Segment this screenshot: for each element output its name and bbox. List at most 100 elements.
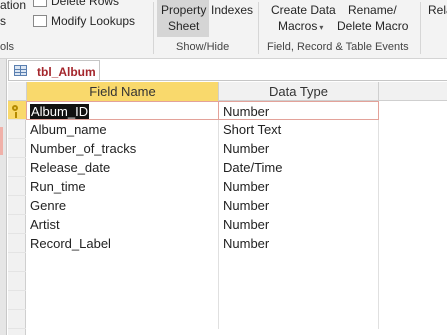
ribbon-group-label-show-hide: Show/Hide [176, 41, 230, 53]
table-row[interactable]: Run_time Number [8, 177, 447, 196]
row-selector[interactable] [8, 291, 26, 310]
table-design-grid: Field Name Data Type Album_ID Number Alb… [8, 82, 447, 335]
description-cell[interactable] [379, 215, 447, 234]
description-cell[interactable] [379, 272, 447, 291]
ribbon-group-label-events: Field, Record & Table Events [267, 41, 409, 53]
data-type-cell[interactable]: Number [219, 177, 379, 196]
rename-delete-label-1: Rename/ [348, 3, 397, 17]
row-selector[interactable] [8, 234, 26, 253]
navigation-pane-edge[interactable] [0, 59, 7, 335]
description-cell[interactable] [379, 291, 447, 310]
row-selector[interactable] [8, 272, 26, 291]
row-selector[interactable] [8, 139, 26, 158]
modify-lookups-label: Modify Lookups [51, 14, 136, 28]
ribbon-partial-button-label[interactable]: ation [0, 0, 26, 12]
document-tab-title: tbl_Album [37, 65, 96, 79]
rename-delete-label-2: Delete Macro [337, 19, 409, 33]
table-row[interactable]: Genre Number [8, 196, 447, 215]
description-cell[interactable] [379, 196, 447, 215]
property-sheet-button[interactable]: Property Sheet [157, 0, 209, 37]
data-type-cell[interactable] [219, 310, 379, 329]
field-name-cell[interactable] [26, 272, 219, 291]
description-cell[interactable] [379, 101, 447, 120]
table-row[interactable]: Album_ID Number [8, 101, 447, 120]
description-cell[interactable] [379, 234, 447, 253]
field-name-cell[interactable]: Album_ID [26, 101, 219, 120]
chevron-down-icon: ▾ [319, 23, 324, 32]
row-selector[interactable] [8, 158, 26, 177]
table-row[interactable]: Number_of_tracks Number [8, 139, 447, 158]
table-row[interactable]: Record_Label Number [8, 234, 447, 253]
description-cell[interactable] [379, 253, 447, 272]
property-sheet-label-1: Property [161, 3, 207, 17]
field-name-cell[interactable]: Record_Label [26, 234, 219, 253]
data-type-cell[interactable]: Date/Time [219, 158, 379, 177]
field-name-cell[interactable] [26, 310, 219, 329]
rename-delete-macro-button[interactable]: Rename/ Delete Macro [335, 0, 413, 36]
data-type-cell[interactable]: Short Text [219, 120, 379, 139]
data-type-cell[interactable]: Number [219, 139, 379, 158]
nav-pane-marker [0, 127, 3, 155]
ribbon-group-label-tools: ols [0, 41, 15, 53]
data-type-cell[interactable] [219, 272, 379, 291]
create-data-macros-label-1: Create Data [271, 3, 336, 17]
field-name-cell[interactable]: Artist [26, 215, 219, 234]
delete-rows-button[interactable]: Delete Rows [30, 0, 150, 9]
indexes-button[interactable]: Indexes [211, 3, 253, 17]
field-name-cell[interactable]: Release_date [26, 158, 219, 177]
row-selector[interactable] [8, 310, 26, 329]
document-tab-tbl-album[interactable]: tbl_Album [8, 60, 100, 81]
table-row-empty[interactable] [8, 291, 447, 310]
field-name-cell[interactable] [26, 253, 219, 272]
field-name-cell[interactable]: Album_name [26, 120, 219, 139]
data-type-cell[interactable] [219, 253, 379, 272]
data-type-cell[interactable]: Number [219, 196, 379, 215]
tab-underline [8, 80, 447, 81]
grid-header-row: Field Name Data Type [8, 82, 447, 101]
description-cell[interactable] [379, 310, 447, 329]
description-cell[interactable] [379, 120, 447, 139]
table-row-empty[interactable] [8, 253, 447, 272]
table-row[interactable]: Release_date Date/Time [8, 158, 447, 177]
modify-lookups-icon [33, 15, 47, 27]
delete-rows-label: Delete Rows [51, 0, 120, 8]
create-data-macros-button[interactable]: Create Data Macros ▾ [266, 0, 336, 36]
column-header-field-name[interactable]: Field Name [26, 82, 219, 101]
field-name-cell[interactable] [26, 291, 219, 310]
modify-lookups-button[interactable]: Modify Lookups [30, 13, 150, 30]
data-type-cell[interactable]: Number [219, 215, 379, 234]
key-icon [12, 105, 18, 118]
data-type-cell[interactable] [219, 291, 379, 310]
description-cell[interactable] [379, 139, 447, 158]
table-icon [14, 65, 27, 76]
data-type-cell[interactable]: Number [219, 101, 379, 120]
table-row[interactable]: Artist Number [8, 215, 447, 234]
ribbon-partial-button-label-2[interactable]: s [0, 14, 6, 28]
row-selector[interactable] [8, 253, 26, 272]
field-name-cell[interactable]: Number_of_tracks [26, 139, 219, 158]
field-name-selected-text: Album_ID [30, 104, 90, 119]
row-selector[interactable] [8, 177, 26, 196]
ribbon: ation s ols Delete Rows Modify Lookups P… [0, 0, 447, 59]
row-selector[interactable] [8, 120, 26, 139]
table-row-empty[interactable] [8, 310, 447, 329]
row-selector[interactable] [8, 196, 26, 215]
ribbon-separator [420, 2, 421, 54]
table-row[interactable]: Album_name Short Text [8, 120, 447, 139]
ribbon-separator [258, 2, 259, 54]
ribbon-separator [153, 2, 154, 54]
row-selector[interactable] [8, 101, 26, 120]
field-name-cell[interactable]: Run_time [26, 177, 219, 196]
data-type-cell[interactable]: Number [219, 234, 379, 253]
field-name-cell[interactable]: Genre [26, 196, 219, 215]
relationships-button-partial[interactable]: Rela [428, 3, 447, 17]
description-cell[interactable] [379, 158, 447, 177]
delete-rows-icon [33, 0, 47, 7]
column-header-data-type[interactable]: Data Type [219, 82, 379, 101]
description-cell[interactable] [379, 177, 447, 196]
property-sheet-label-2: Sheet [168, 19, 200, 33]
column-header-description[interactable] [379, 82, 447, 101]
create-data-macros-label-2: Macros ▾ [278, 19, 324, 33]
table-row-empty[interactable] [8, 272, 447, 291]
row-selector[interactable] [8, 215, 26, 234]
